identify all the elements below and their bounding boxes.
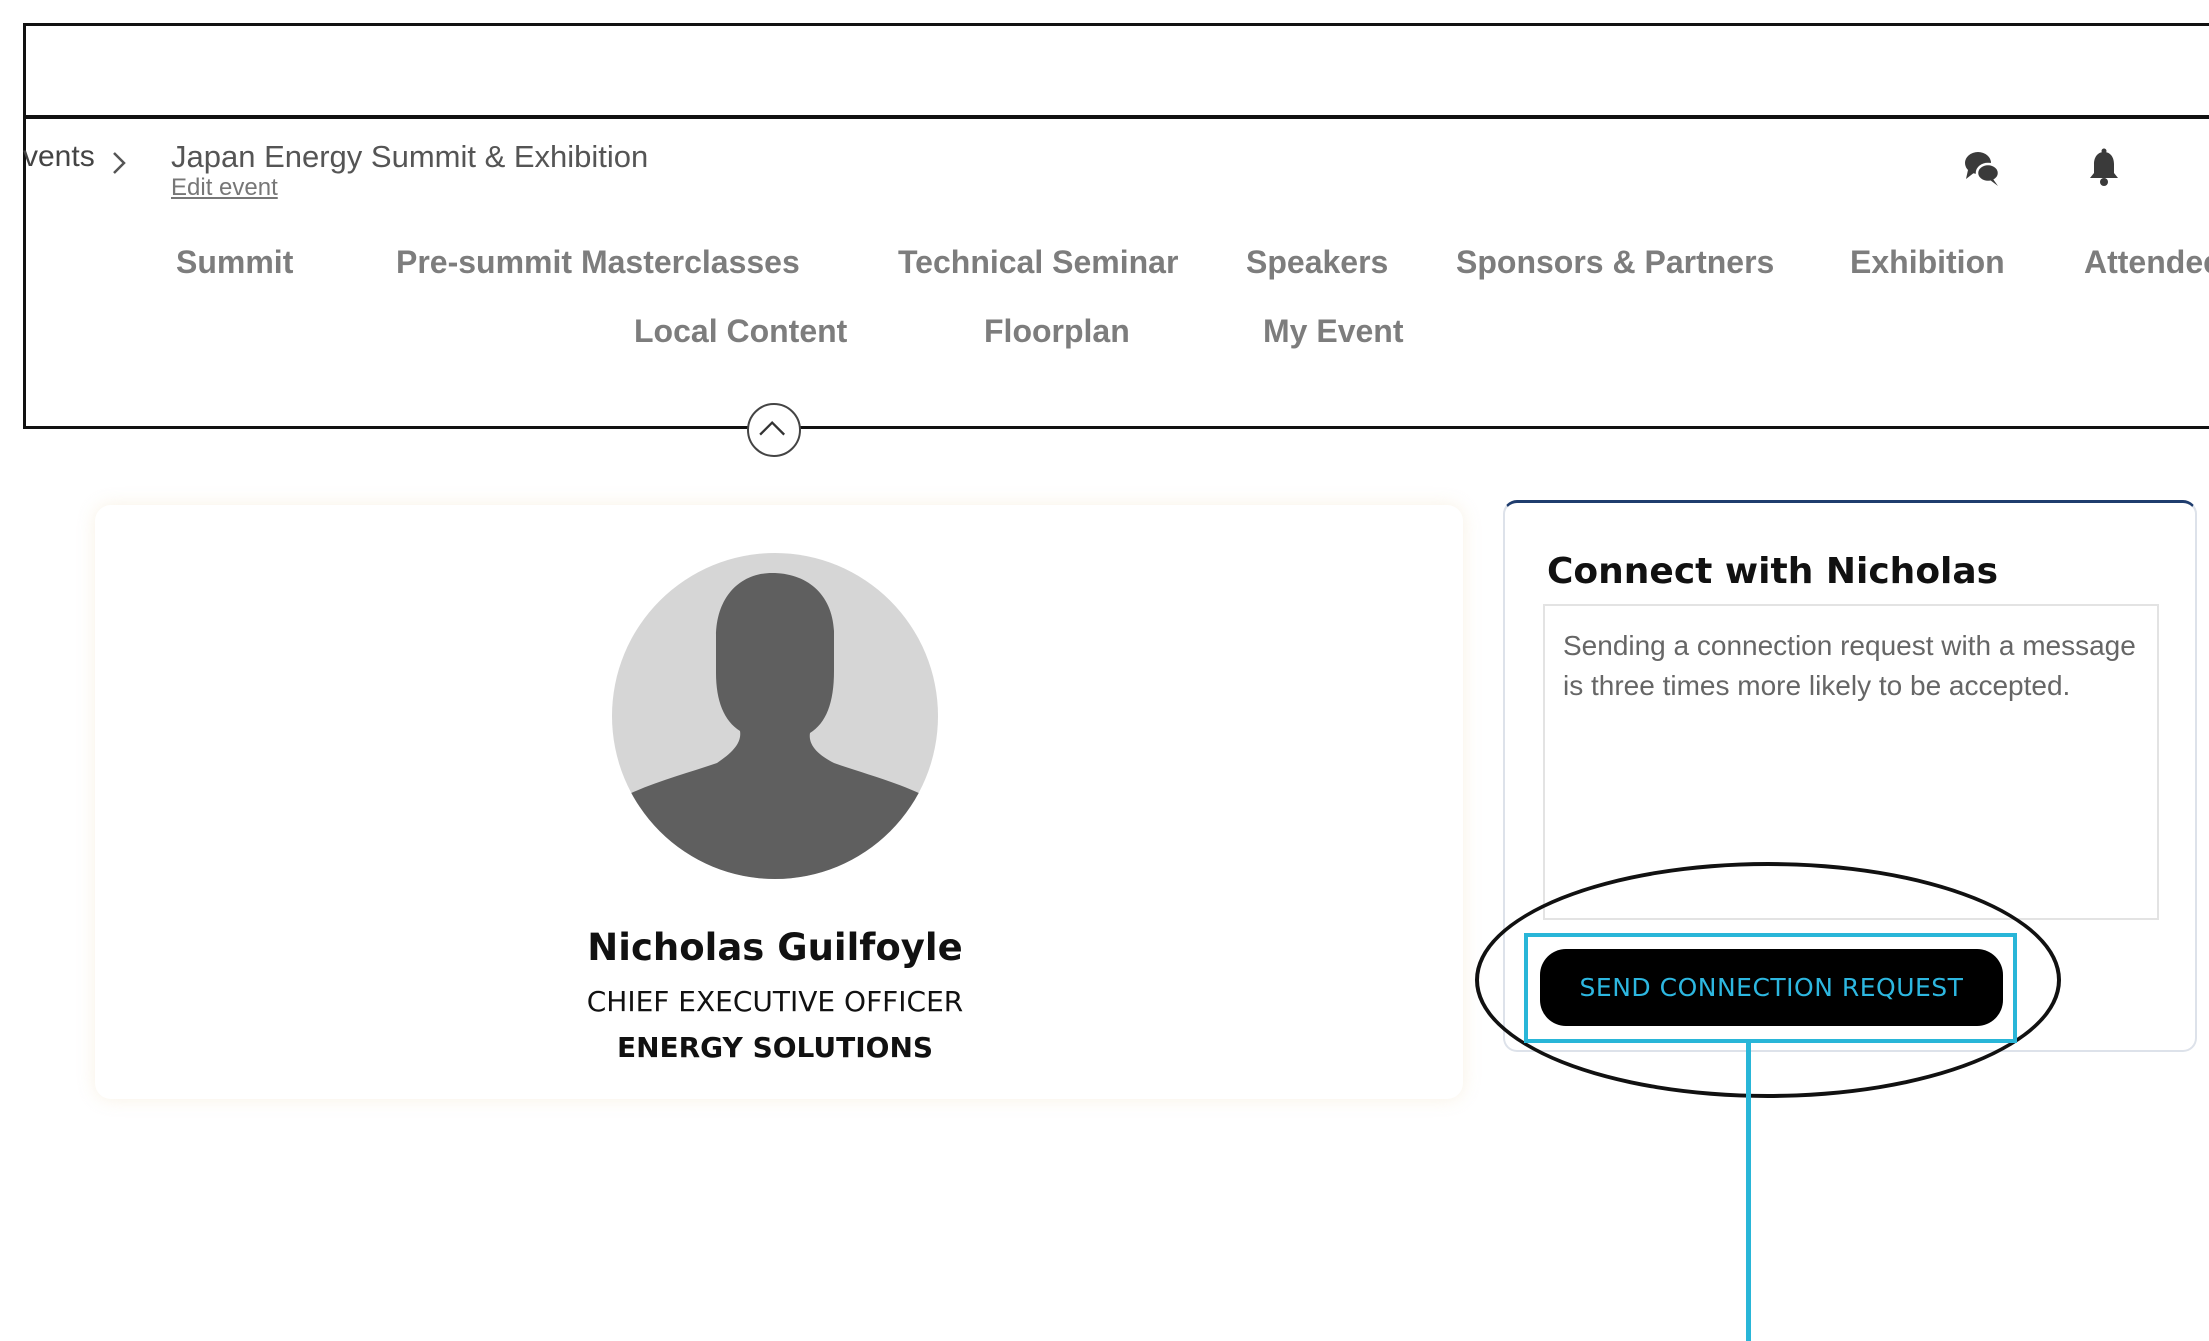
person-job-title: CHIEF EXECUTIVE OFFICER (586, 985, 964, 1018)
annotation-pointer-line (1746, 1043, 1751, 1341)
nav-technical-seminar[interactable]: Technical Seminar (898, 244, 1178, 281)
chevron-right-icon (113, 152, 126, 174)
connect-title: Connect with Nicholas (1547, 551, 1999, 592)
chat-bubbles-icon[interactable] (1960, 146, 2004, 190)
nav-attendees[interactable]: Attendee (2084, 244, 2209, 281)
nav-floorplan[interactable]: Floorplan (984, 313, 1130, 350)
event-header-frame (23, 23, 2209, 429)
event-title: Japan Energy Summit & Exhibition (171, 139, 649, 174)
breadcrumb-events-link[interactable]: vents (23, 140, 95, 174)
header-divider (23, 115, 2209, 119)
person-name: Nicholas Guilfoyle (587, 926, 963, 969)
avatar (612, 553, 938, 879)
bell-icon[interactable] (2082, 146, 2126, 190)
nav-sponsors-partners[interactable]: Sponsors & Partners (1456, 244, 1774, 281)
collapse-menu-button[interactable] (747, 403, 801, 457)
nav-exhibition[interactable]: Exhibition (1850, 244, 2005, 281)
edit-event-link[interactable]: Edit event (171, 174, 278, 202)
nav-my-event[interactable]: My Event (1263, 313, 1403, 350)
person-company: ENERGY SOLUTIONS (616, 1031, 934, 1064)
nav-speakers[interactable]: Speakers (1246, 244, 1388, 281)
nav-summit[interactable]: Summit (176, 244, 293, 281)
nav-pre-summit-masterclasses[interactable]: Pre-summit Masterclasses (396, 244, 800, 281)
user-silhouette-icon (612, 573, 938, 879)
send-connection-request-button[interactable]: SEND CONNECTION REQUEST (1540, 949, 2003, 1026)
chevron-up-icon (759, 420, 786, 436)
nav-local-content[interactable]: Local Content (634, 313, 847, 350)
connection-message-input[interactable] (1543, 604, 2159, 920)
